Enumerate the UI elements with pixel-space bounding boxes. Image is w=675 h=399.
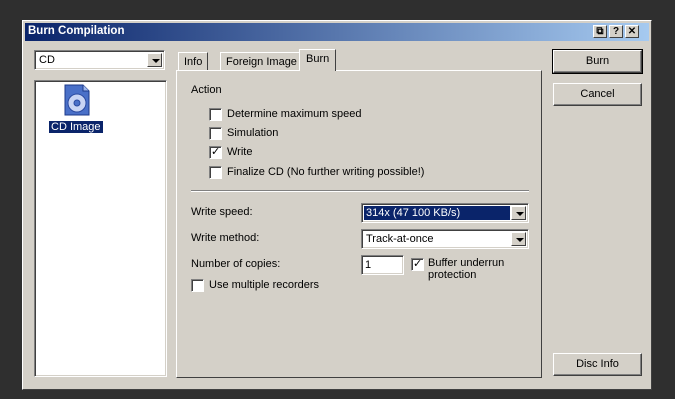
simulation-label: Simulation [227, 127, 279, 139]
copies-input[interactable]: 1 [361, 255, 404, 275]
write-speed-value: 314x (47 100 KB/s) [364, 206, 510, 220]
chevron-down-icon[interactable] [511, 206, 526, 220]
write-speed-label: Write speed: [191, 206, 253, 218]
multiple-recorders-label: Use multiple recorders [209, 279, 320, 291]
finalize-cd-checkbox[interactable] [209, 166, 222, 179]
buffer-underrun-checkbox[interactable] [411, 257, 424, 271]
tab-info[interactable]: Info [178, 52, 209, 72]
list-item-label: CD Image [48, 120, 104, 134]
multiple-recorders-checkbox[interactable] [191, 279, 204, 292]
write-speed-select[interactable]: 314x (47 100 KB/s) [361, 203, 529, 223]
burn-button[interactable]: Burn [552, 49, 643, 74]
determine-max-speed-label: Determine maximum speed [227, 108, 362, 120]
chevron-down-icon[interactable] [147, 53, 162, 67]
write-method-value: Track-at-once [366, 233, 434, 245]
restore-icon[interactable]: ⧉ [593, 25, 607, 38]
tab-foreign-image[interactable]: Foreign Image [220, 52, 303, 72]
disc-info-button[interactable]: Disc Info [553, 353, 642, 376]
cd-image-icon [64, 84, 90, 116]
copies-label: Number of copies: [191, 258, 281, 270]
finalize-cd-label: Finalize CD (No further writing possible… [227, 166, 425, 178]
action-heading: Action [191, 84, 222, 96]
write-checkbox[interactable] [209, 145, 222, 159]
divider [191, 190, 529, 192]
help-button[interactable]: ? [609, 25, 623, 38]
title-bar[interactable]: Burn Compilation ⧉ ? ✕ [25, 23, 649, 41]
burn-tab-panel: Action Determine maximum speed Simulatio… [176, 70, 542, 378]
media-type-value: CD [39, 54, 55, 66]
compilation-file-list[interactable]: CD Image [34, 80, 167, 377]
close-button[interactable]: ✕ [625, 25, 639, 38]
write-label: Write [227, 146, 253, 158]
write-method-label: Write method: [191, 232, 260, 244]
simulation-checkbox[interactable] [209, 127, 222, 140]
window-title: Burn Compilation [28, 25, 125, 37]
media-type-select[interactable]: CD [34, 50, 165, 70]
determine-max-speed-checkbox[interactable] [209, 108, 222, 121]
copies-value: 1 [365, 259, 372, 271]
list-item[interactable]: CD Image [48, 84, 104, 134]
buffer-underrun-label: Buffer underrun protection [428, 257, 505, 281]
cancel-button[interactable]: Cancel [553, 83, 642, 106]
write-method-select[interactable]: Track-at-once [361, 229, 529, 249]
chevron-down-icon[interactable] [511, 232, 526, 246]
burn-compilation-dialog: Burn Compilation ⧉ ? ✕ CD CD Image Info … [22, 20, 652, 390]
tab-burn[interactable]: Burn [299, 49, 337, 71]
